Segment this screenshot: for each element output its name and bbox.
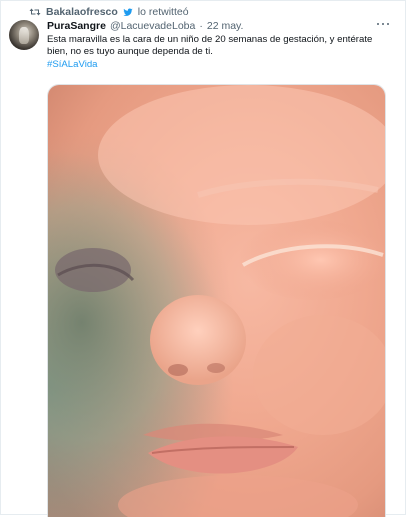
tweet-text-line: Esta maravilla es la cara de un niño de … bbox=[47, 34, 373, 45]
retweet-context: Bakalaofresco lo retwitteó bbox=[29, 5, 189, 19]
retweet-label: lo retwitteó bbox=[137, 6, 189, 18]
tweet-media-photo[interactable] bbox=[47, 84, 386, 517]
tweet-date[interactable]: 22 may. bbox=[207, 20, 244, 32]
twitter-bird-icon bbox=[123, 8, 133, 17]
tweet-header: PuraSangre @LacuevadeLoba · 22 may. bbox=[47, 19, 385, 33]
fetal-face-image bbox=[48, 85, 385, 517]
author-handle[interactable]: @LacuevadeLoba bbox=[110, 20, 195, 32]
separator-dot: · bbox=[199, 20, 203, 32]
tweet-card[interactable]: Bakalaofresco lo retwitteó PuraSangre @L… bbox=[0, 0, 406, 517]
tweet-text-line: bien, no es tuyo aunque dependa de ti. bbox=[47, 46, 213, 58]
retweet-icon bbox=[29, 7, 41, 17]
tweet-text: Esta maravilla es la cara de un niño de … bbox=[47, 34, 392, 71]
retweeter-name[interactable]: Bakalaofresco bbox=[46, 6, 118, 18]
hashtag-link[interactable]: #SíALaVida bbox=[47, 59, 392, 71]
more-dots-icon[interactable] bbox=[377, 21, 389, 27]
profile-avatar[interactable] bbox=[9, 20, 39, 50]
author-display-name[interactable]: PuraSangre bbox=[47, 20, 106, 32]
